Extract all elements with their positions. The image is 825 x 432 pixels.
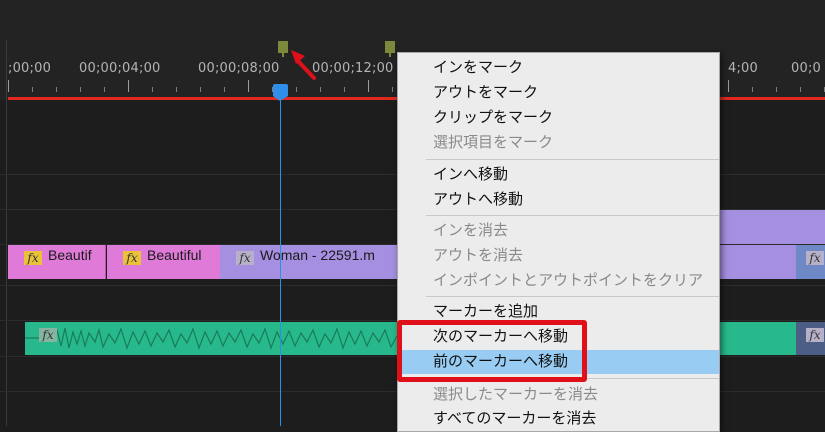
ruler-tick-label: 4;00 <box>728 61 758 76</box>
menu-item-mark-in[interactable]: インをマーク <box>398 56 719 80</box>
menu-item-mark-selection[interactable]: 選択項目をマーク <box>398 131 719 155</box>
menu-item-clear-out[interactable]: アウトを消去 <box>398 244 719 268</box>
clip-name: Beautiful <box>147 247 202 263</box>
fx-badge: fx <box>123 251 141 265</box>
annotation-arrow-icon <box>291 50 316 80</box>
menu-separator <box>426 215 719 216</box>
sequence-marker[interactable] <box>385 41 395 57</box>
fx-badge: fx <box>806 251 824 265</box>
video-clip[interactable]: fx Beautiful <box>107 245 220 279</box>
playhead-handle[interactable] <box>273 84 288 101</box>
fx-badge: fx <box>39 328 57 342</box>
menu-separator <box>426 159 719 160</box>
fx-badge: fx <box>236 251 254 265</box>
menu-separator <box>426 296 719 297</box>
menu-item-mark-out[interactable]: アウトをマーク <box>398 81 719 105</box>
ruler-tick-label: 00;0 <box>791 61 821 76</box>
annotation-highlight-box <box>397 320 587 382</box>
ruler-tick-label: 00;00;12;00 <box>312 61 394 76</box>
playhead-line <box>280 92 281 426</box>
clip-name: Beautif <box>48 247 92 263</box>
menu-item-go-to-out[interactable]: アウトへ移動 <box>398 188 719 212</box>
fx-badge: fx <box>806 328 824 342</box>
ruler-tick-label: 00;00;08;00 <box>198 61 280 76</box>
track-edge <box>6 40 7 426</box>
clip-name: Woman - 22591.m <box>260 247 375 263</box>
video-clip[interactable]: fx <box>796 245 825 279</box>
audio-clip[interactable]: fx <box>796 322 825 355</box>
menu-item-clear-in-out[interactable]: インポイントとアウトポイントをクリア <box>398 269 719 293</box>
menu-item-clear-all-markers[interactable]: すべてのマーカーを消去 <box>398 407 719 431</box>
menu-item-mark-clip[interactable]: クリップをマーク <box>398 106 719 130</box>
ruler-tick-label: ;00;00 <box>8 61 52 76</box>
menu-item-clear-in[interactable]: インを消去 <box>398 219 719 243</box>
menu-item-go-to-in[interactable]: インへ移動 <box>398 163 719 187</box>
menu-item-clear-selected-marker[interactable]: 選択したマーカーを消去 <box>398 383 719 407</box>
video-clip[interactable]: fx Beautif <box>8 245 106 279</box>
ruler-tick-label: 00;00;04;00 <box>79 61 161 76</box>
fx-badge: fx <box>24 251 42 265</box>
video-clip[interactable] <box>720 210 825 244</box>
